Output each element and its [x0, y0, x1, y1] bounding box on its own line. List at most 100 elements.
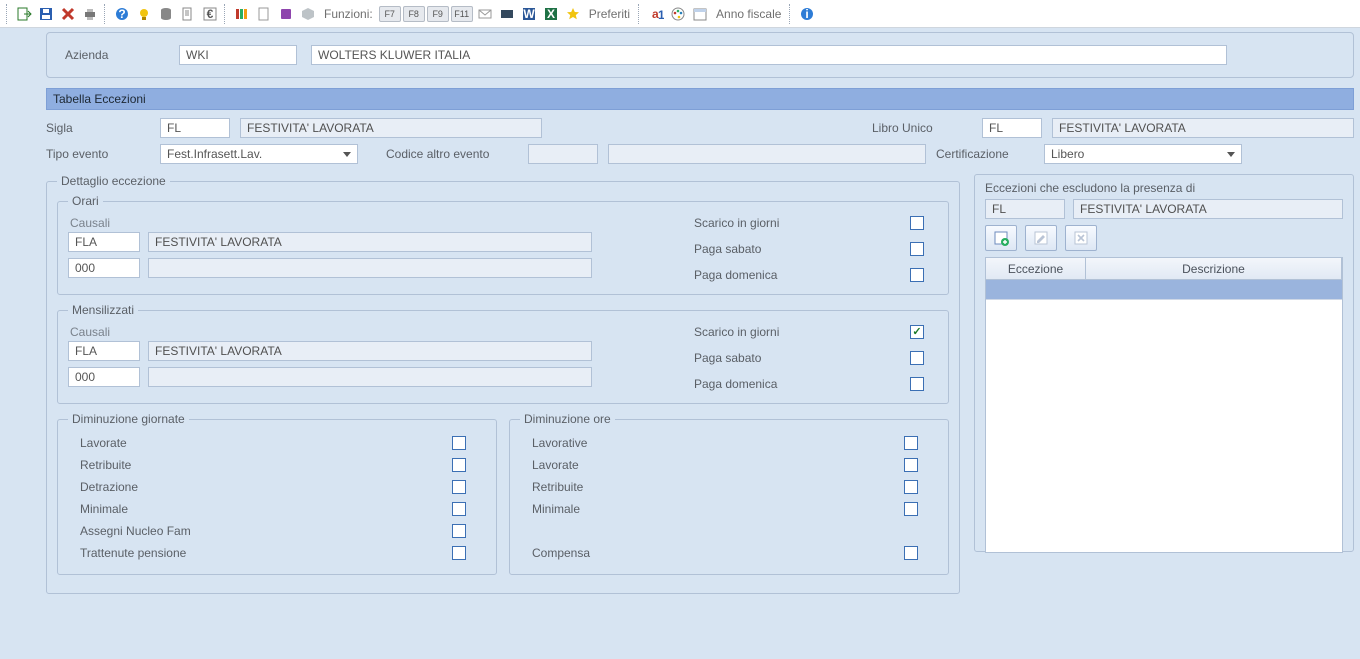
esclusioni-table[interactable]: Eccezione Descrizione [985, 257, 1343, 553]
print-icon[interactable] [80, 4, 100, 24]
toolbar-separator [224, 4, 228, 24]
columns: Dettaglio eccezione Orari Causali FLA FE… [46, 174, 1354, 602]
page-icon[interactable] [254, 4, 274, 24]
word-icon[interactable]: W [519, 4, 539, 24]
libro-unico-label: Libro Unico [872, 121, 972, 135]
codice-altro-label: Codice altro evento [386, 147, 518, 161]
delete-icon[interactable] [58, 4, 78, 24]
dim-giornate-group: Diminuzione giornate Lavorate Retribuite… [57, 412, 497, 575]
dim-giornate-legend: Diminuzione giornate [68, 412, 189, 426]
mensilizzati-legend: Mensilizzati [68, 303, 138, 317]
f9-key[interactable]: F9 [427, 6, 449, 22]
orari-domenica-label: Paga domenica [694, 268, 777, 282]
dimg-assegni-check[interactable] [452, 524, 466, 538]
orari-sabato-label: Paga sabato [694, 242, 761, 256]
azienda-label: Azienda [65, 48, 165, 62]
orari-legend: Orari [68, 194, 103, 208]
palette-icon[interactable] [668, 4, 688, 24]
database-icon[interactable] [156, 4, 176, 24]
dimo-retribuite-check[interactable] [904, 480, 918, 494]
f7-key[interactable]: F7 [379, 6, 401, 22]
esclusioni-box: Eccezioni che escludono la presenza di F… [974, 174, 1354, 552]
tipo-evento-row: Tipo evento Fest.Infrasett.Lav. Codice a… [46, 144, 1354, 164]
dimo-compensa-check[interactable] [904, 546, 918, 560]
section-title: Tabella Eccezioni [46, 88, 1354, 110]
svg-text:?: ? [118, 7, 125, 21]
f8-key[interactable]: F8 [403, 6, 425, 22]
calendar-icon[interactable] [690, 4, 710, 24]
f11-key[interactable]: F11 [451, 6, 473, 22]
dimg-trattenute-check[interactable] [452, 546, 466, 560]
orari-group: Orari Causali FLA FESTIVITA' LAVORATA 00… [57, 194, 949, 295]
dimg-lavorate-check[interactable] [452, 436, 466, 450]
mens-sabato-check[interactable] [910, 351, 924, 365]
toolbar-separator [638, 4, 642, 24]
dimo-retribuite-label: Retribuite [520, 480, 583, 494]
mens-domenica-check[interactable] [910, 377, 924, 391]
mens-code-2[interactable]: 000 [68, 367, 140, 387]
font-icon[interactable]: a1 [646, 4, 666, 24]
dimo-minimale-label: Minimale [520, 502, 580, 516]
euro-icon[interactable]: € [200, 4, 220, 24]
mens-scarico-label: Scarico in giorni [694, 325, 779, 339]
dimg-detrazione-check[interactable] [452, 480, 466, 494]
help-icon[interactable]: ? [112, 4, 132, 24]
mens-code-1[interactable]: FLA [68, 341, 140, 361]
save-icon[interactable] [36, 4, 56, 24]
dimo-lavorative-check[interactable] [904, 436, 918, 450]
document-icon[interactable] [178, 4, 198, 24]
tipo-evento-combo[interactable]: Fest.Infrasett.Lav. [160, 144, 358, 164]
orari-scarico-check[interactable] [910, 216, 924, 230]
dim-row: Diminuzione giornate Lavorate Retribuite… [57, 412, 949, 583]
dimg-trattenute-label: Trattenute pensione [68, 546, 186, 560]
exit-icon[interactable] [14, 4, 34, 24]
left-column: Dettaglio eccezione Orari Causali FLA FE… [46, 174, 960, 602]
toolbar-separator [6, 4, 10, 24]
dimo-minimale-check[interactable] [904, 502, 918, 516]
dimg-minimale-check[interactable] [452, 502, 466, 516]
dimg-minimale-label: Minimale [68, 502, 128, 516]
libro-unico-field[interactable]: FL [982, 118, 1042, 138]
dimg-lavorate-label: Lavorate [68, 436, 127, 450]
edit-row-button[interactable] [1025, 225, 1057, 251]
delete-row-button[interactable] [1065, 225, 1097, 251]
package-icon[interactable] [298, 4, 318, 24]
books-icon[interactable] [232, 4, 252, 24]
azienda-code-field[interactable]: WKI [179, 45, 297, 65]
mens-scarico-check[interactable] [910, 325, 924, 339]
esclusioni-title: Eccezioni che escludono la presenza di [985, 181, 1343, 195]
book-icon[interactable] [276, 4, 296, 24]
anno-fiscale-label[interactable]: Anno fiscale [712, 7, 785, 21]
excel-icon[interactable]: X [541, 4, 561, 24]
dimo-compensa-label: Compensa [520, 546, 590, 560]
sigla-field[interactable]: FL [160, 118, 230, 138]
dettaglio-legend: Dettaglio eccezione [57, 174, 170, 188]
orari-domenica-check[interactable] [910, 268, 924, 282]
star-icon[interactable] [563, 4, 583, 24]
add-row-button[interactable] [985, 225, 1017, 251]
svg-text:i: i [806, 7, 809, 21]
mail-icon[interactable] [475, 4, 495, 24]
orari-code-2[interactable]: 000 [68, 258, 140, 278]
orari-code-1[interactable]: FLA [68, 232, 140, 252]
svg-text:€: € [207, 7, 214, 21]
table-row[interactable] [986, 280, 1342, 300]
bulb-icon[interactable] [134, 4, 154, 24]
dimg-retribuite-check[interactable] [452, 458, 466, 472]
certificazione-combo[interactable]: Libero [1044, 144, 1242, 164]
info-icon[interactable]: i [797, 4, 817, 24]
tipo-evento-label: Tipo evento [46, 147, 150, 161]
ibm-icon[interactable] [497, 4, 517, 24]
svg-text:1: 1 [658, 8, 664, 22]
mens-desc-1: FESTIVITA' LAVORATA [148, 341, 592, 361]
codice-altro-field[interactable] [528, 144, 598, 164]
svg-text:X: X [547, 7, 555, 21]
dimo-lavorate-check[interactable] [904, 458, 918, 472]
preferiti-label[interactable]: Preferiti [585, 7, 634, 21]
azienda-name-field[interactable]: WOLTERS KLUWER ITALIA [311, 45, 1227, 65]
dimg-retribuite-label: Retribuite [68, 458, 131, 472]
dimo-lavorative-label: Lavorative [520, 436, 587, 450]
dimg-detrazione-label: Detrazione [68, 480, 138, 494]
orari-sabato-check[interactable] [910, 242, 924, 256]
right-column: Eccezioni che escludono la presenza di F… [974, 174, 1354, 602]
